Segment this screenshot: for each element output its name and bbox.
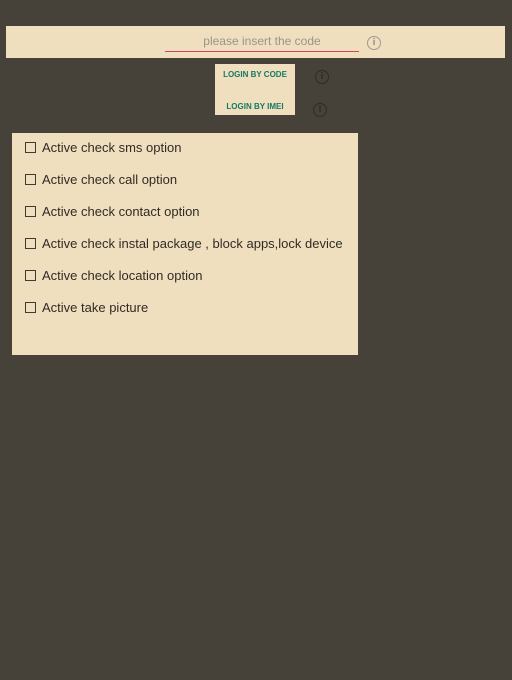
option-label: Active check contact option [42, 203, 200, 219]
option-location[interactable]: Active check location option [25, 265, 202, 285]
app-screen: i LOGIN BY CODE LOGIN BY IMEI i ! Active… [0, 0, 512, 680]
login-by-imei-button[interactable]: LOGIN BY IMEI [215, 100, 295, 112]
option-take-picture[interactable]: Active take picture [25, 297, 148, 317]
location-checkbox[interactable] [25, 269, 36, 281]
info-icon[interactable]: i [367, 36, 381, 50]
login-by-code-button[interactable]: LOGIN BY CODE [215, 68, 295, 80]
options-panel: Active check sms option Active check cal… [12, 133, 358, 355]
call-checkbox[interactable] [25, 173, 36, 185]
info-icon[interactable]: i [315, 70, 329, 84]
option-contact[interactable]: Active check contact option [25, 201, 200, 221]
option-label: Active check location option [42, 267, 203, 283]
warning-icon[interactable]: ! [313, 103, 327, 117]
option-call[interactable]: Active check call option [25, 169, 177, 189]
option-label: Active check call option [42, 171, 178, 187]
login-box: LOGIN BY CODE LOGIN BY IMEI [215, 64, 295, 115]
code-input[interactable] [165, 30, 359, 52]
take-picture-checkbox[interactable] [25, 301, 36, 313]
option-install-package[interactable]: Active check instal package , block apps… [25, 233, 343, 253]
code-bar: i [6, 26, 505, 58]
contact-checkbox[interactable] [25, 205, 36, 217]
option-sms[interactable]: Active check sms option [25, 137, 181, 157]
option-label: Active take picture [42, 299, 149, 315]
sms-checkbox[interactable] [25, 141, 36, 153]
option-label: Active check instal package , block apps… [42, 235, 343, 251]
option-label: Active check sms option [42, 139, 182, 155]
install-package-checkbox[interactable] [25, 237, 36, 249]
